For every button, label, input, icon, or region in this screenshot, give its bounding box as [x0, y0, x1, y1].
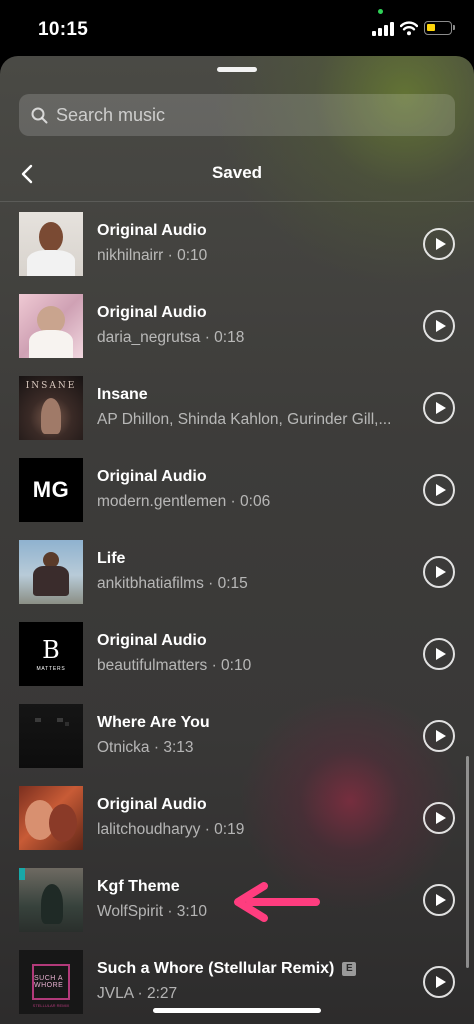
- track-subtitle: daria_negrutsa · 0:18: [97, 329, 245, 346]
- status-time: 10:15: [38, 19, 89, 40]
- track-subtitle: Otnicka · 3:13: [97, 739, 194, 756]
- track-subtitle: ankitbhatiafilms · 0:15: [97, 575, 248, 592]
- track-row[interactable]: Where Are You Otnicka · 3:13: [0, 704, 474, 786]
- album-art-text: INSANE: [25, 381, 77, 391]
- track-row[interactable]: INSANE Insane AP Dhillon, Shinda Kahlon,…: [0, 376, 474, 458]
- search-icon: [31, 107, 48, 124]
- signal-icon: [372, 22, 394, 36]
- album-art: [19, 704, 83, 768]
- album-art: [19, 540, 83, 604]
- album-art: [19, 294, 83, 358]
- album-art-logo: MG: [32, 477, 70, 502]
- track-subtitle: AP Dhillon, Shinda Kahlon, Gurinder Gill…: [97, 411, 392, 428]
- track-title: Original Audio: [97, 796, 207, 813]
- screen: 10:15 Search music Saved Original Audio …: [0, 0, 474, 1024]
- camera-indicator-icon: [378, 9, 383, 14]
- track-subtitle: nikhilnairr · 0:10: [97, 247, 208, 264]
- album-art: SUCH A WHORE STELLULAR REMIX: [19, 950, 83, 1014]
- search-input[interactable]: Search music: [19, 94, 455, 136]
- track-title: Such a Whore (Stellular Remix) E: [97, 960, 357, 978]
- play-button[interactable]: [423, 474, 455, 506]
- explicit-badge: E: [342, 962, 357, 976]
- battery-level: [427, 24, 435, 31]
- track-title: Where Are You: [97, 714, 210, 731]
- header-divider: [0, 201, 474, 202]
- play-button[interactable]: [423, 720, 455, 752]
- music-sheet: Search music Saved Original Audio nikhil…: [0, 56, 474, 1024]
- track-row[interactable]: B MATTERS Original Audio beautifulmatter…: [0, 622, 474, 704]
- track-title: Insane: [97, 386, 148, 403]
- play-button[interactable]: [423, 884, 455, 916]
- play-button[interactable]: [423, 392, 455, 424]
- album-art: [19, 868, 83, 932]
- track-subtitle: beautifulmatters · 0:10: [97, 657, 252, 674]
- play-button[interactable]: [423, 638, 455, 670]
- sheet-grabber[interactable]: [217, 67, 257, 72]
- search-placeholder: Search music: [56, 105, 166, 125]
- track-subtitle: lalitchoudharyy · 0:19: [97, 821, 245, 838]
- track-title: Original Audio: [97, 468, 207, 485]
- track-row[interactable]: MG Original Audio modern.gentlemen · 0:0…: [0, 458, 474, 540]
- play-button[interactable]: [423, 556, 455, 588]
- track-title: Life: [97, 550, 126, 567]
- album-art: [19, 212, 83, 276]
- album-art: MG: [19, 458, 83, 522]
- annotation-arrow-icon: [234, 882, 320, 922]
- track-title: Original Audio: [97, 222, 207, 239]
- track-row[interactable]: Original Audio nikhilnairr · 0:10: [0, 212, 474, 294]
- track-subtitle: WolfSpirit · 3:10: [97, 903, 207, 920]
- wifi-icon: [400, 21, 418, 36]
- home-indicator[interactable]: [153, 1008, 321, 1013]
- page-title: Saved: [211, 163, 263, 182]
- play-button[interactable]: [423, 310, 455, 342]
- track-row[interactable]: Life ankitbhatiafilms · 0:15: [0, 540, 474, 622]
- album-art-logo: SUCH A WHORE: [32, 964, 70, 1000]
- track-row[interactable]: Original Audio daria_negrutsa · 0:18: [0, 294, 474, 376]
- scrollbar[interactable]: [466, 756, 469, 968]
- album-art: [19, 786, 83, 850]
- track-row[interactable]: Original Audio lalitchoudharyy · 0:19: [0, 786, 474, 868]
- track-title: Kgf Theme: [97, 878, 180, 895]
- play-button[interactable]: [423, 228, 455, 260]
- track-title: Original Audio: [97, 304, 207, 321]
- battery-icon: [424, 21, 455, 35]
- track-subtitle: JVLA · 2:27: [97, 985, 178, 1002]
- album-art-logo: B MATTERS: [36, 636, 66, 672]
- status-bar: 10:15: [0, 0, 474, 58]
- album-art: INSANE: [19, 376, 83, 440]
- play-button[interactable]: [423, 966, 455, 998]
- track-subtitle: modern.gentlemen · 0:06: [97, 493, 271, 510]
- album-art: B MATTERS: [19, 622, 83, 686]
- album-art-subtext: STELLULAR REMIX: [32, 1003, 70, 1008]
- track-title: Original Audio: [97, 632, 207, 649]
- play-button[interactable]: [423, 802, 455, 834]
